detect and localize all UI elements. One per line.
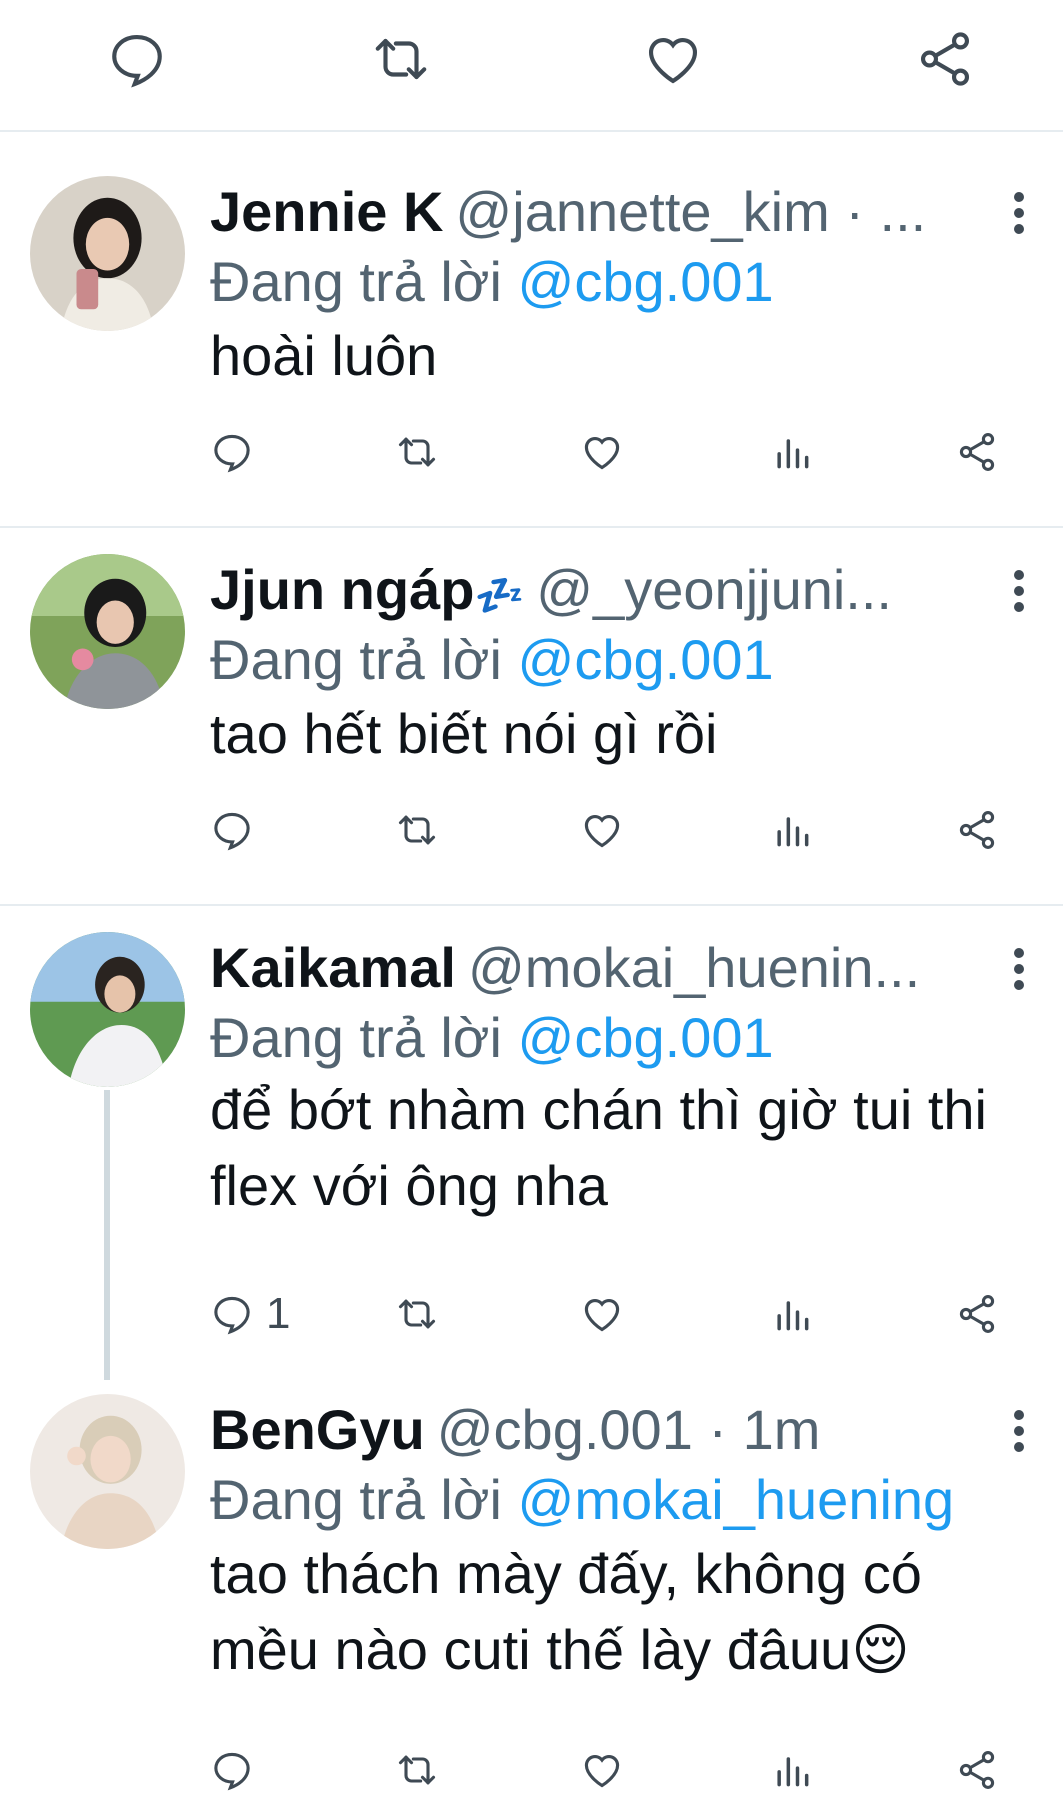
thread-line	[104, 1090, 110, 1380]
views-button[interactable]	[770, 424, 814, 480]
like-button[interactable]	[580, 1286, 624, 1342]
reply-button[interactable]	[210, 802, 266, 858]
views-button[interactable]	[770, 1286, 814, 1342]
mention-link[interactable]: @cbg.001	[518, 250, 774, 313]
reply-count: 1	[266, 1289, 291, 1338]
more-options-icon[interactable]	[1005, 558, 1033, 622]
tweet-text: để bớt nhàm chán thì giờ tui thi flex vớ…	[210, 1078, 987, 1217]
like-icon	[584, 1299, 620, 1332]
avatar[interactable]	[30, 554, 185, 709]
user-handle[interactable]: @jannette_kim	[455, 180, 829, 243]
timestamp: · 1m	[708, 1398, 821, 1461]
like-icon	[584, 1755, 620, 1788]
retweet-button[interactable]	[395, 424, 439, 480]
tweet-text: tao thách mày đấy, không có mều nào cuti…	[210, 1542, 922, 1681]
mention-link[interactable]: @mokai_huening	[518, 1468, 955, 1531]
replying-to: Đang trả lời @cbg.001	[210, 628, 774, 692]
retweet-icon	[398, 1299, 436, 1329]
share-button[interactable]	[955, 1742, 999, 1798]
user-handle[interactable]: @cbg.001	[437, 1398, 693, 1461]
analytics-icon	[777, 1757, 809, 1787]
avatar[interactable]	[30, 176, 185, 331]
tweet-actions	[210, 424, 1010, 480]
retweet-icon	[398, 1755, 436, 1785]
avatar[interactable]	[30, 1394, 185, 1549]
mention-link[interactable]: @cbg.001	[518, 628, 774, 691]
share-icon	[959, 1295, 995, 1333]
tweet[interactable]: Kaikamal @mokai_huenin... Đang trả lời @c…	[0, 906, 1063, 1380]
like-icon	[584, 437, 620, 470]
replying-to-label: Đang trả lời	[210, 1468, 502, 1531]
avatar[interactable]	[30, 932, 185, 1087]
replying-to-label: Đang trả lời	[210, 250, 502, 313]
tweet-text: tao hết biết nói gì rồi	[210, 702, 718, 765]
reply-button[interactable]	[210, 1742, 266, 1798]
retweet-button[interactable]	[395, 1286, 439, 1342]
reply-button[interactable]	[210, 424, 266, 480]
share-button[interactable]	[955, 802, 999, 858]
tweet-actions: 1	[210, 1286, 1010, 1342]
views-button[interactable]	[770, 802, 814, 858]
tweet-header: Kaikamal @mokai_huenin...	[210, 936, 993, 1000]
retweet-button[interactable]	[395, 1742, 439, 1798]
tweet[interactable]: Jjun ngáp💤 @_yeonjjuni... Đang trả lời @c…	[0, 528, 1063, 906]
like-button[interactable]	[580, 802, 624, 858]
tweet-header: BenGyu @cbg.001 · 1m	[210, 1398, 993, 1462]
share-button[interactable]	[955, 1286, 999, 1342]
share-icon	[959, 811, 995, 849]
display-name[interactable]: Kaikamal	[210, 936, 456, 999]
views-button[interactable]	[770, 1742, 814, 1798]
retweet-button[interactable]	[395, 802, 439, 858]
retweet-icon	[398, 437, 436, 467]
replying-to-label: Đang trả lời	[210, 1006, 502, 1069]
tweet-header: Jjun ngáp💤 @_yeonjjuni...	[210, 558, 993, 622]
analytics-icon	[777, 1301, 809, 1331]
retweet-icon[interactable]	[370, 28, 432, 90]
like-icon[interactable]	[642, 28, 704, 90]
user-handle[interactable]: @mokai_huenin...	[468, 936, 920, 999]
more-options-icon[interactable]	[1005, 936, 1033, 1000]
share-button[interactable]	[955, 424, 999, 480]
more-options-icon[interactable]	[1005, 180, 1033, 244]
retweet-icon	[398, 815, 436, 845]
reply-icon	[214, 1296, 250, 1335]
like-icon	[584, 815, 620, 848]
display-name[interactable]: BenGyu	[210, 1398, 425, 1461]
analytics-icon	[777, 439, 809, 469]
mention-link[interactable]: @cbg.001	[518, 1006, 774, 1069]
replying-to: Đang trả lời @cbg.001	[210, 250, 774, 314]
reply-icon[interactable]	[106, 28, 168, 90]
tweet-header: Jennie K @jannette_kim · ...	[210, 180, 993, 244]
reply-icon	[214, 434, 250, 473]
replying-to: Đang trả lời @mokai_huening	[210, 1468, 954, 1532]
more-options-icon[interactable]	[1005, 1398, 1033, 1462]
tweet[interactable]: Jennie K @jannette_kim · ... Đang trả lời…	[0, 132, 1063, 528]
share-icon	[959, 1751, 995, 1789]
user-handle[interactable]: @_yeonjjuni...	[536, 558, 892, 621]
timestamp: · ...	[845, 180, 927, 243]
replying-to-label: Đang trả lời	[210, 628, 502, 691]
top-action-bar	[0, 0, 1063, 132]
tweet[interactable]: BenGyu @cbg.001 · 1m Đang trả lời @mokai_…	[0, 1380, 1063, 1816]
tweet-actions	[210, 802, 1010, 858]
display-name[interactable]: Jennie K	[210, 180, 443, 243]
reply-button[interactable]: 1	[210, 1286, 290, 1342]
tweet-actions	[210, 1742, 1010, 1798]
tweet-text: hoài luôn	[210, 324, 438, 387]
analytics-icon	[777, 817, 809, 847]
reply-icon	[214, 812, 250, 851]
replying-to: Đang trả lời @cbg.001	[210, 1006, 774, 1070]
share-icon[interactable]	[914, 28, 976, 90]
share-icon	[959, 433, 995, 471]
like-button[interactable]	[580, 1742, 624, 1798]
display-name[interactable]: Jjun ngáp	[210, 558, 474, 621]
sleeping-emoji: 💤	[474, 574, 525, 618]
like-button[interactable]	[580, 424, 624, 480]
reply-icon	[214, 1752, 250, 1791]
